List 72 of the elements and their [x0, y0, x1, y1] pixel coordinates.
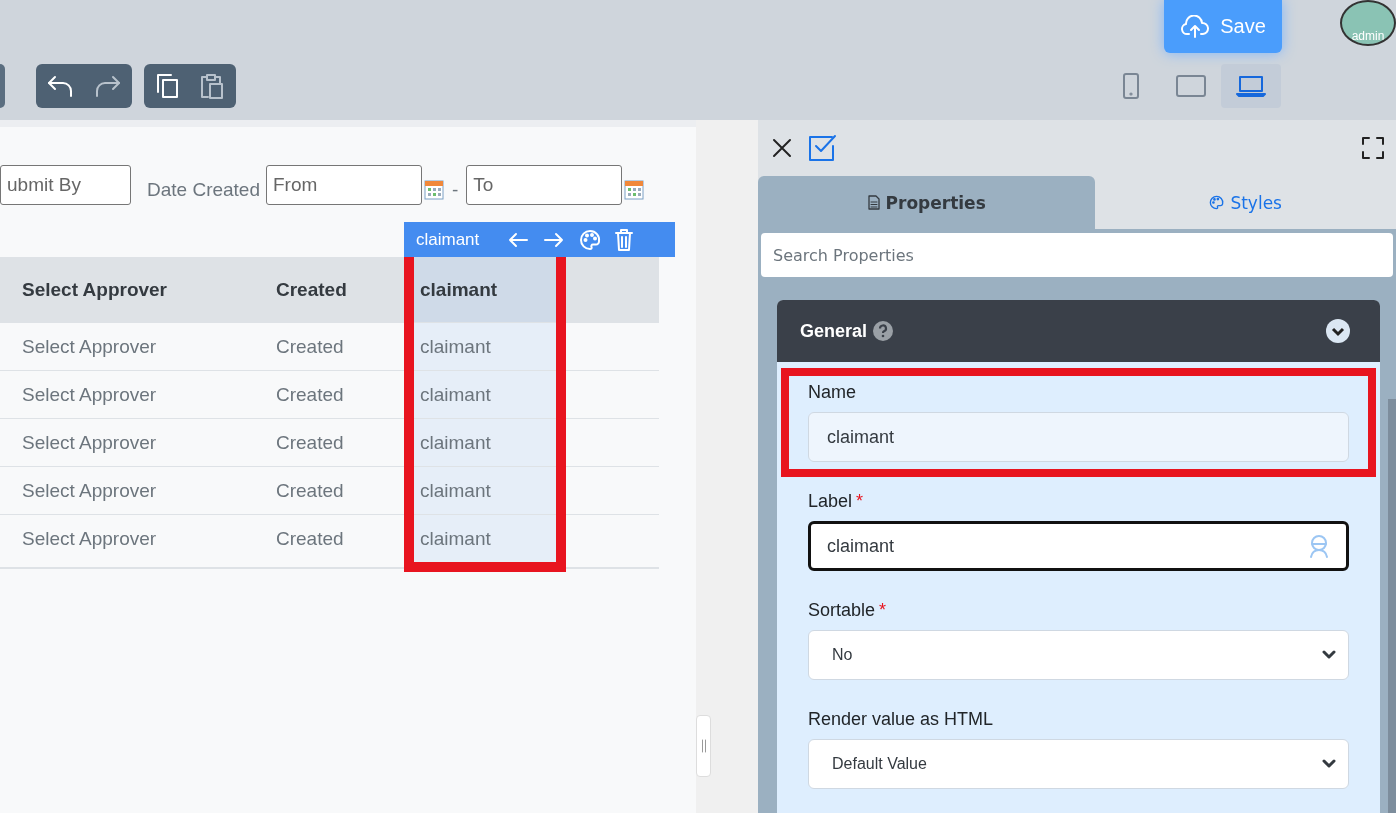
calendar-icon[interactable] [424, 180, 444, 200]
table-cell: Created [276, 322, 404, 370]
column-toolbar-label: claimant [416, 229, 480, 250]
column-header[interactable]: Select Approver [0, 257, 276, 322]
checkbox-icon [808, 134, 838, 162]
close-icon [772, 138, 792, 158]
device-preview-button[interactable] [1221, 64, 1281, 108]
fullscreen-button[interactable] [1362, 137, 1384, 159]
search-properties-field[interactable]: Search Properties [761, 233, 1393, 277]
help-icon[interactable] [873, 321, 894, 341]
column-header[interactable]: claimant [414, 257, 556, 322]
table-cell: Created [276, 466, 404, 514]
table-cell: Select Approver [0, 514, 276, 562]
table-cell: claimant [414, 370, 556, 418]
move-right-button[interactable] [543, 230, 566, 249]
delete-button[interactable] [615, 228, 634, 251]
toolbar-button[interactable] [0, 64, 5, 108]
select-field[interactable]: Default Value [808, 739, 1349, 789]
table-column[interactable]: claimant claimant claimant claimant claimant claimant [404, 257, 566, 572]
palette-icon [1209, 195, 1225, 210]
date-from-field[interactable]: From [266, 165, 422, 205]
phone-icon [1122, 73, 1140, 99]
table-column[interactable]: Select Approver Select Approver Select Approver Select Approver Select Approver Select Approver [0, 257, 276, 567]
calendar-icon[interactable] [624, 180, 645, 200]
table-cell: claimant [414, 418, 556, 466]
section-title: General [800, 320, 868, 342]
fullscreen-icon [1362, 137, 1384, 159]
table-column[interactable]: Created Created Created Created Created Created [276, 257, 404, 567]
clipboard-icon [198, 72, 226, 100]
table-cell: Select Approver [0, 322, 276, 370]
table-cell: claimant [414, 322, 556, 370]
table-cell: Select Approver [0, 370, 276, 418]
field-label: Label * [808, 491, 865, 511]
tablet-icon [1176, 75, 1206, 97]
arrow-right-icon [543, 230, 566, 249]
table-cell: Select Approver [0, 418, 276, 466]
table-cell: Created [276, 370, 404, 418]
palette-icon [579, 228, 602, 251]
grip-icon [700, 739, 707, 753]
field-label: Render value as HTML [808, 709, 995, 729]
table-cell: Created [276, 514, 404, 562]
select-field[interactable]: No [808, 630, 1349, 680]
range-separator: - [452, 179, 459, 201]
resize-handle[interactable] [696, 715, 711, 777]
chevron-down-icon [1322, 650, 1336, 660]
field-label: Name [808, 382, 857, 402]
chevron-down-icon [1322, 759, 1336, 769]
laptop-icon [1236, 75, 1266, 97]
arrow-left-icon [507, 230, 530, 249]
date-to-field[interactable]: To [466, 165, 623, 205]
table-cell: claimant [414, 514, 556, 562]
text-field[interactable]: claimant [808, 412, 1349, 462]
document-icon [867, 195, 880, 210]
submit-by-field[interactable]: ubmit By [0, 165, 131, 205]
chevron-icon[interactable] [1326, 319, 1350, 343]
table-cell: Select Approver [0, 466, 276, 514]
style-button[interactable] [579, 228, 602, 251]
cloud-upload-icon [1180, 14, 1211, 39]
apply-button[interactable] [808, 134, 838, 162]
table-cell: Created [276, 418, 404, 466]
text-field[interactable]: claimant [808, 521, 1349, 571]
scrollbar[interactable] [1388, 399, 1396, 813]
date-created-label: Date Created [147, 178, 260, 201]
move-left-button[interactable] [507, 230, 530, 249]
close-button[interactable] [772, 138, 792, 158]
trash-icon [615, 228, 634, 251]
column-header[interactable]: Created [276, 257, 404, 322]
paste-button[interactable] [198, 72, 226, 100]
field-label: Sortable * [808, 600, 888, 620]
table-cell: claimant [414, 466, 556, 514]
section-header[interactable]: General [777, 300, 1380, 362]
panel-tab[interactable]: Properties [758, 176, 1096, 229]
